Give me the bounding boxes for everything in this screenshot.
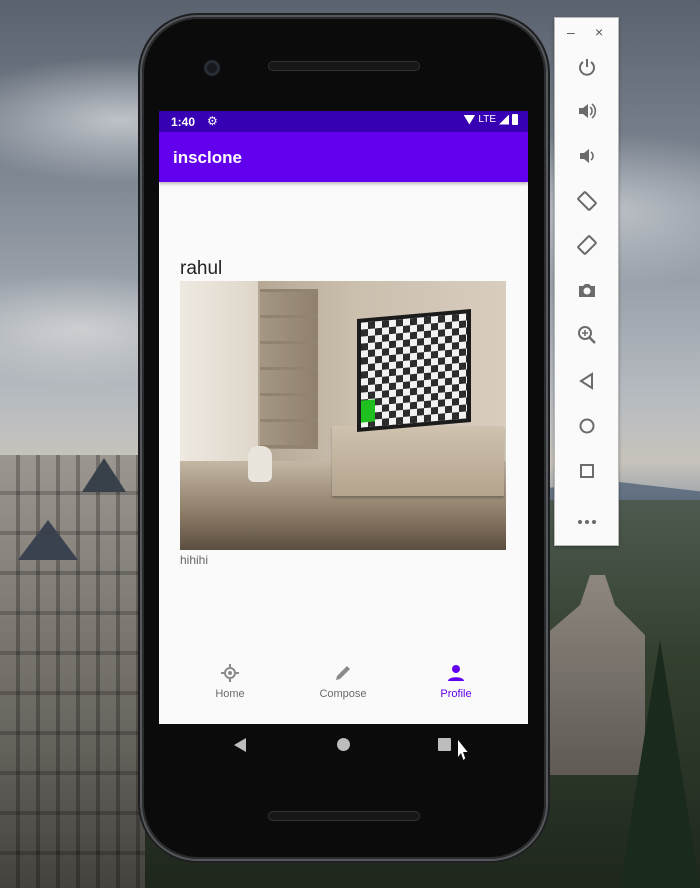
network-type: LTE (478, 114, 496, 125)
volume-up-icon[interactable] (572, 100, 602, 130)
post-username[interactable]: rahul (180, 258, 222, 280)
photo-tv-checkerboard (361, 313, 467, 428)
rotate-left-icon[interactable] (572, 190, 602, 220)
signal-icon (499, 114, 509, 125)
crosshair-icon (185, 664, 275, 686)
status-time: 1:40 (171, 115, 196, 129)
rotate-right-icon[interactable] (572, 234, 602, 264)
android-navigation-bar (159, 724, 528, 768)
more-dots-icon[interactable] (572, 510, 602, 540)
nav-home-label: Home (215, 688, 245, 700)
emulator-toolbar: – × (554, 17, 619, 546)
volume-down-icon[interactable] (572, 145, 602, 175)
status-indicators: LTE (463, 114, 518, 125)
photo-cat (248, 446, 272, 482)
power-icon[interactable] (572, 56, 602, 86)
battery-icon (512, 114, 518, 125)
back-icon[interactable] (234, 738, 246, 752)
settings-gear-icon: ⚙ (207, 114, 218, 128)
nav-compose-label: Compose (319, 688, 367, 700)
post-image[interactable] (180, 281, 506, 550)
phone-screen: 1:40 ⚙ LTE insclone rahul hihihi Home Co… (159, 111, 528, 724)
nav-profile-label: Profile (440, 688, 472, 700)
back-triangle-icon[interactable] (572, 369, 602, 399)
nav-home[interactable]: Home (185, 664, 275, 700)
wifi-icon (463, 114, 476, 125)
app-bar: insclone (159, 132, 528, 182)
photo-window (180, 281, 258, 471)
zoom-icon[interactable] (572, 324, 602, 354)
overview-square-icon[interactable] (572, 459, 602, 489)
nav-compose[interactable]: Compose (298, 664, 388, 700)
home-circle-icon[interactable] (337, 738, 350, 751)
person-icon (411, 664, 501, 686)
earpiece-speaker (268, 61, 420, 71)
post-caption: hihihi (180, 553, 209, 567)
camera-icon[interactable] (572, 279, 602, 309)
front-camera (204, 60, 220, 76)
bottom-navigation: Home Compose Profile (159, 654, 528, 724)
bottom-speaker (268, 811, 420, 821)
photo-tv-cabinet (332, 426, 504, 496)
status-bar: 1:40 ⚙ LTE (159, 111, 528, 132)
home-circle-outline-icon[interactable] (572, 414, 602, 444)
close-button[interactable]: × (595, 24, 603, 40)
wallpaper-castle (0, 455, 145, 888)
app-title: insclone (173, 148, 242, 167)
photo-tv-green-square (361, 399, 375, 423)
minimize-button[interactable]: – (567, 24, 575, 40)
photo-tv (357, 309, 471, 432)
recents-square-icon[interactable] (438, 738, 451, 751)
nav-profile[interactable]: Profile (411, 664, 501, 700)
photo-ladder-shelf (260, 289, 318, 449)
pencil-icon (298, 664, 388, 686)
